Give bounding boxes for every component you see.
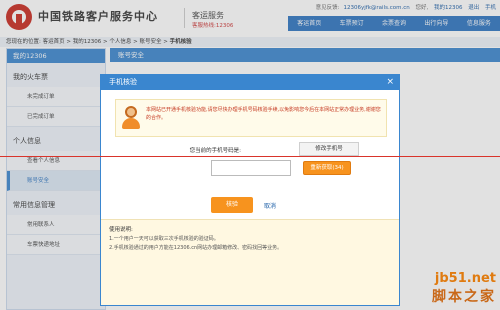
usage-instructions: 使用说明: 1.一个用户一天可以获取三次手机核验的验证码。 2.手机核验通过的用… <box>101 219 399 305</box>
watermark-domain: jb51.net <box>434 271 496 286</box>
phone-verification-dialog: 手机核验 × 本网站已开通手机核验功能,请您尽快办理手机号码核验手续,以免影响您… <box>100 74 400 306</box>
usage-title: 使用说明: <box>109 227 133 233</box>
resend-code-button[interactable]: 重新获取(34) <box>303 161 351 175</box>
cancel-link[interactable]: 取消 <box>264 201 276 210</box>
annotation-red-line <box>0 156 500 157</box>
watermark: jb51.net 脚本之家 <box>432 271 496 306</box>
notice-text: 本网站已开通手机核验功能,请您尽快办理手机号码核验手续,以免影响您今后在本网站正… <box>146 107 381 121</box>
usage-line: 1.一个用户一天可以获取三次手机核验的验证码。 <box>109 236 219 242</box>
usage-line: 2.手机核验通过的用户方能在12306.cn网站办理邮箱修改、密码找回等业务。 <box>109 245 283 251</box>
notice-box: 本网站已开通手机核验功能,请您尽快办理手机号码核验手续,以免影响您今后在本网站正… <box>115 99 387 137</box>
dialog-header: 手机核验 × <box>101 75 399 90</box>
watermark-brand: 脚本之家 <box>432 289 496 305</box>
customer-service-avatar-icon <box>122 106 140 130</box>
verification-code-input[interactable] <box>211 160 291 176</box>
verify-button[interactable]: 核验 <box>211 197 253 213</box>
phone-label: 您当前的手机号码是: <box>189 148 241 154</box>
dialog-title: 手机核验 <box>109 78 137 86</box>
change-phone-button[interactable]: 修改手机号 <box>299 142 359 156</box>
close-icon[interactable]: × <box>386 75 394 90</box>
